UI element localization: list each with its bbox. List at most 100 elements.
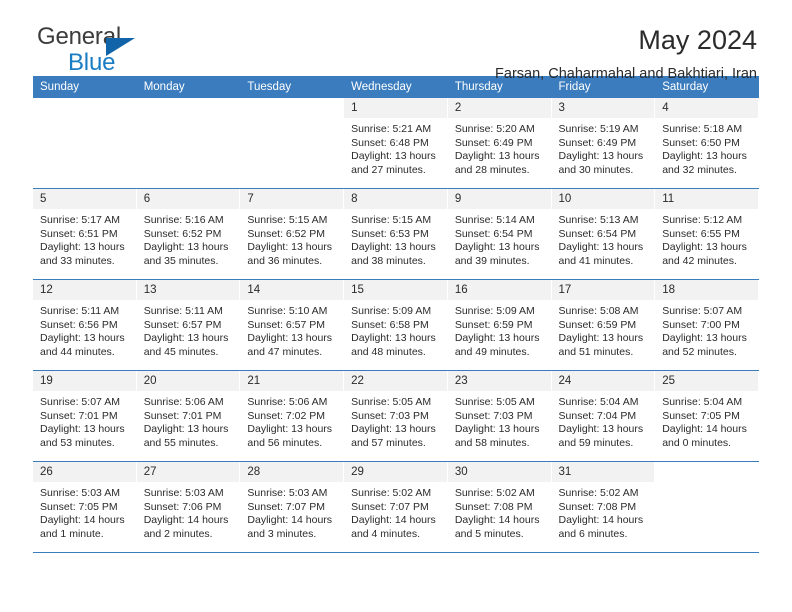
sunset-text: Sunset: 6:52 PM — [247, 227, 326, 240]
calendar-day-cell[interactable]: 11 Sunrise: 5:12 AM Sunset: 6:55 PM Dayligh… — [655, 188, 759, 280]
calendar-day-cell[interactable]: 1 Sunrise: 5:21 AM Sunset: 6:48 PM Daylight… — [344, 98, 448, 189]
day-number: 3 — [551, 98, 656, 118]
daylight-text: Daylight: 13 hours and 45 minutes. — [143, 332, 229, 358]
daylight-text: Daylight: 13 hours and 58 minutes. — [454, 423, 540, 449]
sunrise-text: Sunrise: 5:21 AM — [351, 123, 432, 135]
calendar-day-cell[interactable]: 5 Sunrise: 5:17 AM Sunset: 6:51 PM Daylight… — [33, 188, 137, 280]
daylight-text: Daylight: 13 hours and 51 minutes. — [558, 332, 644, 358]
sunrise-text: Sunrise: 5:05 AM — [351, 396, 432, 408]
day-number: 26 — [33, 462, 137, 482]
day-number: 2 — [447, 98, 552, 118]
sunset-text: Sunset: 7:05 PM — [40, 500, 118, 513]
sunset-text: Sunset: 6:57 PM — [247, 318, 326, 331]
daylight-text: Daylight: 13 hours and 27 minutes. — [351, 150, 436, 176]
sunset-text: Sunset: 7:03 PM — [351, 409, 429, 422]
calendar-day-cell[interactable]: 29 Sunrise: 5:02 AM Sunset: 7:07 PM Dayligh… — [344, 461, 448, 553]
calendar-day-cell[interactable]: 22 Sunrise: 5:05 AM Sunset: 7:03 PM Dayligh… — [344, 370, 448, 462]
calendar-day-cell[interactable]: 19 Sunrise: 5:07 AM Sunset: 7:01 PM Dayligh… — [33, 370, 137, 462]
calendar-day-cell[interactable]: 4 Sunrise: 5:18 AM Sunset: 6:50 PM Daylight… — [655, 98, 759, 189]
calendar-day-cell[interactable]: 17 Sunrise: 5:08 AM Sunset: 6:59 PM Dayligh… — [551, 279, 656, 371]
day-details: Sunrise: 5:04 AM Sunset: 7:04 PM Daylight:… — [552, 391, 656, 450]
calendar-day-cell[interactable]: 6 Sunrise: 5:16 AM Sunset: 6:52 PM Daylight… — [136, 188, 241, 280]
daylight-text: Daylight: 13 hours and 41 minutes. — [558, 241, 644, 267]
calendar-day-cell[interactable]: 27 Sunrise: 5:03 AM Sunset: 7:06 PM Dayligh… — [136, 461, 241, 553]
calendar-day-cell[interactable]: 25 Sunrise: 5:04 AM Sunset: 7:05 PM Dayligh… — [655, 370, 759, 462]
day-details: Sunrise: 5:12 AM Sunset: 6:55 PM Daylight:… — [655, 209, 759, 268]
sunrise-text: Sunrise: 5:02 AM — [351, 487, 432, 499]
calendar-day-cell[interactable]: 10 Sunrise: 5:13 AM Sunset: 6:54 PM Dayligh… — [551, 188, 656, 280]
calendar-day-cell[interactable]: 18 Sunrise: 5:07 AM Sunset: 7:00 PM Dayligh… — [655, 279, 759, 371]
sunrise-text: Sunrise: 5:18 AM — [662, 123, 743, 135]
page-header: General Blue May 2024 Farsan, Chaharmaha… — [33, 0, 759, 82]
day-details: Sunrise: 5:06 AM Sunset: 7:01 PM Daylight:… — [137, 391, 241, 450]
calendar-day-cell[interactable]: 30 Sunrise: 5:02 AM Sunset: 7:08 PM Dayligh… — [447, 461, 552, 553]
sunrise-text: Sunrise: 5:04 AM — [662, 396, 743, 408]
calendar-day-cell[interactable]: 28 Sunrise: 5:03 AM Sunset: 7:07 PM Dayligh… — [240, 461, 345, 553]
calendar-day-cell[interactable]: 24 Sunrise: 5:04 AM Sunset: 7:04 PM Dayligh… — [551, 370, 656, 462]
calendar-body: 1 Sunrise: 5:21 AM Sunset: 6:48 PM Daylight… — [33, 98, 759, 553]
brand-logo[interactable]: General Blue — [37, 25, 135, 75]
calendar-day-cell[interactable]: 14 Sunrise: 5:10 AM Sunset: 6:57 PM Dayligh… — [240, 279, 345, 371]
calendar-cell-empty — [136, 98, 241, 189]
daylight-text: Daylight: 13 hours and 33 minutes. — [40, 241, 125, 267]
calendar-day-cell[interactable]: 31 Sunrise: 5:02 AM Sunset: 7:08 PM Dayligh… — [551, 461, 656, 553]
daylight-text: Daylight: 13 hours and 48 minutes. — [351, 332, 436, 358]
sunset-text: Sunset: 6:53 PM — [351, 227, 429, 240]
sunset-text: Sunset: 7:08 PM — [558, 500, 637, 513]
sunset-text: Sunset: 7:07 PM — [247, 500, 326, 513]
sunrise-text: Sunrise: 5:20 AM — [454, 123, 535, 135]
sunrise-text: Sunrise: 5:11 AM — [143, 305, 223, 317]
sunrise-text: Sunrise: 5:06 AM — [247, 396, 328, 408]
calendar-day-cell[interactable]: 21 Sunrise: 5:06 AM Sunset: 7:02 PM Dayligh… — [240, 370, 345, 462]
calendar-day-cell[interactable]: 20 Sunrise: 5:06 AM Sunset: 7:01 PM Dayligh… — [136, 370, 241, 462]
day-details: Sunrise: 5:09 AM Sunset: 6:59 PM Daylight:… — [448, 300, 552, 359]
calendar-day-cell[interactable]: 12 Sunrise: 5:11 AM Sunset: 6:56 PM Dayligh… — [33, 279, 137, 371]
sunrise-text: Sunrise: 5:09 AM — [454, 305, 535, 317]
weekday-header-wednesday: Wednesday — [344, 76, 448, 98]
sunrise-text: Sunrise: 5:08 AM — [558, 305, 639, 317]
sunset-text: Sunset: 7:05 PM — [662, 409, 740, 422]
calendar-day-cell[interactable]: 16 Sunrise: 5:09 AM Sunset: 6:59 PM Dayligh… — [447, 279, 552, 371]
calendar-day-cell[interactable]: 26 Sunrise: 5:03 AM Sunset: 7:05 PM Dayligh… — [33, 461, 137, 553]
day-number: 11 — [655, 189, 759, 209]
daylight-text: Daylight: 13 hours and 56 minutes. — [247, 423, 333, 449]
daylight-text: Daylight: 13 hours and 38 minutes. — [351, 241, 436, 267]
day-number: 28 — [240, 462, 345, 482]
day-number: 15 — [344, 280, 448, 300]
calendar-day-cell[interactable]: 23 Sunrise: 5:05 AM Sunset: 7:03 PM Dayligh… — [447, 370, 552, 462]
weekday-header-sunday: Sunday — [33, 76, 137, 98]
sunrise-text: Sunrise: 5:09 AM — [351, 305, 432, 317]
calendar-day-cell[interactable]: 7 Sunrise: 5:15 AM Sunset: 6:52 PM Daylight… — [240, 188, 345, 280]
daylight-text: Daylight: 14 hours and 0 minutes. — [662, 423, 747, 449]
day-number: 6 — [136, 189, 241, 209]
sunset-text: Sunset: 6:59 PM — [558, 318, 637, 331]
calendar-day-cell[interactable]: 8 Sunrise: 5:15 AM Sunset: 6:53 PM Daylight… — [344, 188, 448, 280]
sunrise-text: Sunrise: 5:03 AM — [247, 487, 328, 499]
calendar-week-row: 1 Sunrise: 5:21 AM Sunset: 6:48 PM Daylight… — [33, 98, 759, 189]
day-number: 16 — [447, 280, 552, 300]
daylight-text: Daylight: 13 hours and 30 minutes. — [558, 150, 644, 176]
calendar-day-cell[interactable]: 15 Sunrise: 5:09 AM Sunset: 6:58 PM Dayligh… — [344, 279, 448, 371]
sunset-text: Sunset: 7:01 PM — [40, 409, 118, 422]
day-number: 1 — [344, 98, 448, 118]
page-title: May 2024 — [638, 25, 757, 55]
sunrise-text: Sunrise: 5:02 AM — [454, 487, 535, 499]
daylight-text: Daylight: 14 hours and 6 minutes. — [558, 514, 644, 540]
sunrise-text: Sunrise: 5:03 AM — [40, 487, 120, 499]
calendar-day-cell[interactable]: 13 Sunrise: 5:11 AM Sunset: 6:57 PM Dayligh… — [136, 279, 241, 371]
calendar-day-cell[interactable]: 3 Sunrise: 5:19 AM Sunset: 6:49 PM Daylight… — [551, 98, 656, 189]
day-number: 30 — [447, 462, 552, 482]
day-number: 12 — [33, 280, 137, 300]
sunset-text: Sunset: 6:49 PM — [454, 136, 533, 149]
weekday-header-tuesday: Tuesday — [240, 76, 345, 98]
day-details: Sunrise: 5:02 AM Sunset: 7:07 PM Daylight:… — [344, 482, 448, 541]
sunrise-text: Sunrise: 5:03 AM — [143, 487, 224, 499]
daylight-text: Daylight: 14 hours and 2 minutes. — [143, 514, 229, 540]
calendar-page: General Blue May 2024 Farsan, Chaharmaha… — [0, 0, 792, 612]
day-number: 17 — [551, 280, 656, 300]
daylight-text: Daylight: 13 hours and 53 minutes. — [40, 423, 125, 449]
calendar-day-cell[interactable]: 2 Sunrise: 5:20 AM Sunset: 6:49 PM Daylight… — [447, 98, 552, 189]
sunrise-text: Sunrise: 5:11 AM — [40, 305, 120, 317]
calendar-day-cell[interactable]: 9 Sunrise: 5:14 AM Sunset: 6:54 PM Daylight… — [447, 188, 552, 280]
day-number: 7 — [240, 189, 345, 209]
